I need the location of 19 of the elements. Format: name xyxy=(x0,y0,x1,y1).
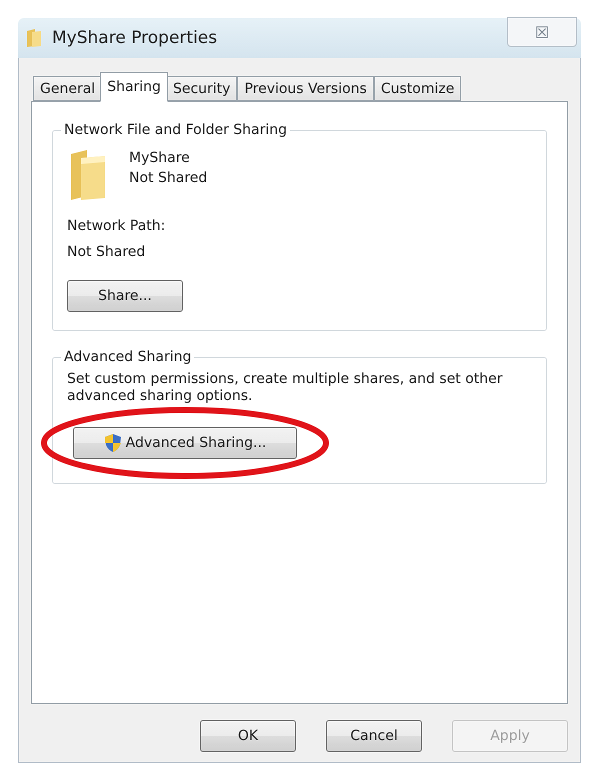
description-text: Set custom permissions, create multiple shares, and set other advanced sharing options. xyxy=(67,371,504,405)
advanced-sharing-button[interactable]: Advanced Sharing... xyxy=(73,427,297,459)
tab[interactable]: Previous Versions xyxy=(237,76,374,101)
dialog-button[interactable]: OK xyxy=(200,720,296,752)
tab[interactable]: Customize xyxy=(374,76,462,101)
group-title: Network File and Folder Sharing xyxy=(63,122,288,138)
network-path-value: Not Shared xyxy=(67,243,146,262)
shield-icon xyxy=(104,433,122,453)
folder-name: MyShare xyxy=(129,149,191,168)
folder-status: Not Shared xyxy=(129,169,208,188)
tab[interactable]: Sharing xyxy=(100,72,168,102)
group-title: Advanced Sharing xyxy=(63,349,192,365)
tab[interactable]: Security xyxy=(166,76,238,101)
dialog-button[interactable]: Cancel xyxy=(326,720,422,752)
tab[interactable]: General xyxy=(33,76,102,101)
window-title: MyShare Properties xyxy=(52,28,218,48)
share-button[interactable]: Share... xyxy=(67,280,183,312)
folder-icon xyxy=(26,28,42,48)
network-path-label: Network Path: xyxy=(67,217,166,236)
